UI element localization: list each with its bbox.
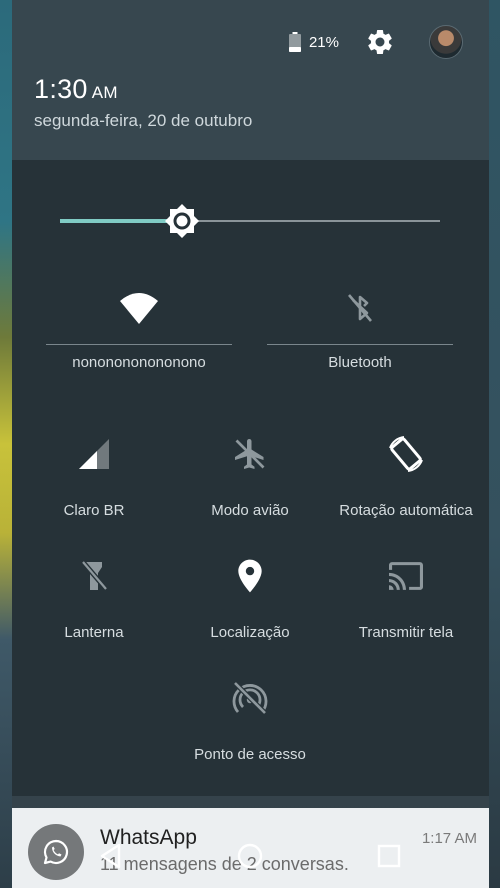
- quick-settings-panel: nononononononono Bluetooth Claro BR Modo…: [12, 160, 489, 796]
- notification-header: 21% 1:30 AM segunda-feira, 20 de outubro: [12, 0, 489, 160]
- battery-icon: [288, 32, 301, 52]
- clock-ampm: AM: [91, 83, 118, 102]
- tile-bluetooth-label: Bluetooth: [328, 354, 392, 371]
- tile-flashlight-label: Lanterna: [64, 624, 124, 641]
- tile-cast-screen-label: Transmitir tela: [358, 624, 454, 641]
- tile-location[interactable]: Localização: [172, 556, 328, 641]
- tile-cast-screen[interactable]: Transmitir tela: [328, 556, 484, 641]
- clock: 1:30 AM: [34, 74, 118, 105]
- tile-bluetooth[interactable]: Bluetooth: [267, 288, 453, 371]
- tile-auto-rotate-label: Rotação automática: [339, 502, 473, 519]
- tile-hotspot[interactable]: Ponto de acesso: [172, 678, 328, 763]
- tile-hotspot-label: Ponto de acesso: [194, 746, 306, 763]
- cast-icon: [386, 556, 426, 596]
- screen-rotation-icon: [386, 434, 426, 474]
- date-text: segunda-feira, 20 de outubro: [34, 111, 253, 130]
- clock-time: 1:30: [34, 74, 88, 104]
- tile-auto-rotate[interactable]: Rotação automática: [328, 434, 484, 519]
- gear-icon[interactable]: [365, 27, 395, 57]
- user-avatar[interactable]: [429, 25, 463, 59]
- navigation-bar: [0, 824, 500, 888]
- tile-location-label: Localização: [210, 624, 290, 641]
- home-icon[interactable]: [236, 842, 264, 870]
- recents-icon[interactable]: [375, 842, 403, 870]
- tile-mobile-data[interactable]: Claro BR: [16, 434, 172, 519]
- tile-airplane-mode-label: Modo avião: [211, 502, 289, 519]
- tile-flashlight[interactable]: Lanterna: [16, 556, 172, 641]
- tile-mobile-data-label: Claro BR: [63, 502, 125, 519]
- status-row: 21%: [288, 25, 463, 59]
- back-icon[interactable]: [97, 842, 125, 870]
- wifi-icon: [119, 288, 159, 328]
- brightness-fill: [60, 219, 182, 223]
- airplane-off-icon: [230, 434, 270, 474]
- wallpaper-right-edge: [489, 0, 500, 888]
- bluetooth-divider: [267, 344, 453, 345]
- battery-percentage: 21%: [308, 33, 339, 51]
- bluetooth-off-icon: [340, 288, 380, 328]
- hotspot-off-icon: [230, 678, 270, 718]
- brightness-thumb-icon[interactable]: [164, 204, 199, 238]
- wallpaper-left-edge: [0, 0, 12, 888]
- wifi-divider: [46, 344, 232, 345]
- brightness-slider[interactable]: [60, 204, 440, 238]
- tile-wifi-label: nononononononono: [72, 354, 206, 371]
- tile-wifi[interactable]: nononononononono: [46, 288, 232, 371]
- flashlight-off-icon: [74, 556, 114, 596]
- tile-airplane-mode[interactable]: Modo avião: [172, 434, 328, 519]
- cellular-signal-icon: [74, 434, 114, 474]
- location-pin-icon: [230, 556, 270, 596]
